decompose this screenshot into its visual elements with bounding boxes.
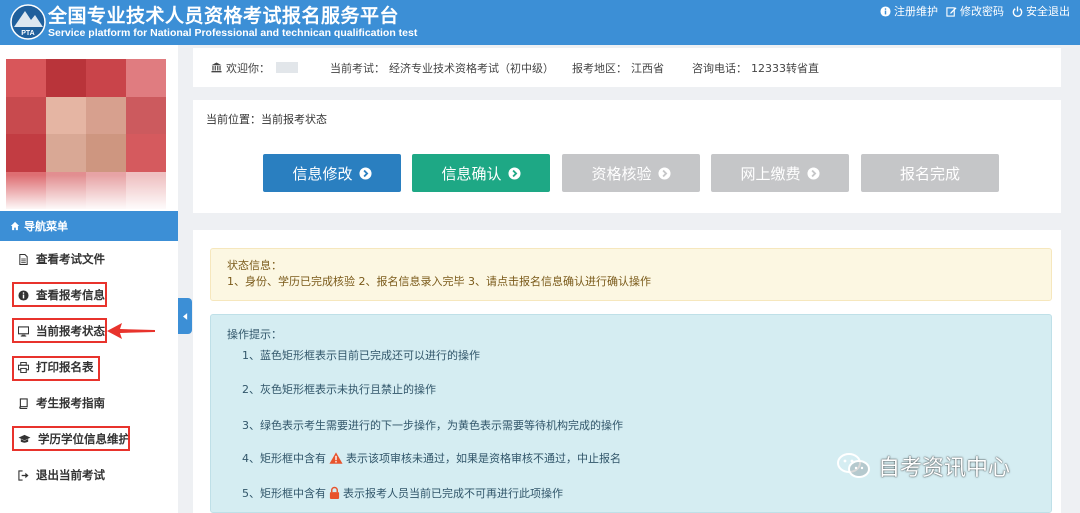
step-registration-complete-button[interactable]: 报名完成 <box>861 154 999 192</box>
book-icon <box>19 397 28 409</box>
change-password-label: 修改密码 <box>960 5 1004 18</box>
status-info-box: 状态信息： 1、身份、学历已完成核验 2、报名信息录入完毕 3、请点击报名信息确… <box>210 248 1052 301</box>
highlight-box-degree-info <box>12 426 130 451</box>
logo-text: PTA <box>21 30 34 37</box>
chevron-circle-right-icon <box>507 166 521 180</box>
breadcrumb: 当前位置：当前报考状态 <box>206 113 327 126</box>
warning-icon <box>329 452 343 464</box>
tips-title: 操作提示： <box>227 328 282 341</box>
step-info-edit-button[interactable]: 信息修改 <box>263 154 401 192</box>
step-online-payment-button[interactable]: 网上缴费 <box>711 154 849 192</box>
tip-item: 3、绿色表示考生需要进行的下一步操作，为黄色表示需要等待机构完成的操作 <box>242 417 623 433</box>
tip-text: 3、绿色表示考生需要进行的下一步操作，为黄色表示需要等待机构完成的操作 <box>242 419 623 432</box>
nav-menu-header: 导航菜单 <box>0 211 178 241</box>
sidebar-item-guide[interactable]: 考生报考指南 <box>0 385 178 421</box>
top-header: PTA 全国专业技术人员资格考试报名服务平台 Service platform … <box>0 0 1080 45</box>
tip-item: 1、蓝色矩形框表示目前已完成还可以进行的操作 <box>242 347 480 363</box>
step-label: 资格核验 <box>591 164 652 183</box>
info-bar: 欢迎你： 当前考试： 经济专业技术资格考试（初中级） 报考地区： 江西省 咨询电话：… <box>193 48 1061 87</box>
step-info-confirm-button[interactable]: 信息确认 <box>412 154 550 192</box>
status-text: 1、身份、学历已完成核验 2、报名信息录入完毕 3、请点击报名信息确认进行确认操… <box>227 275 651 288</box>
file-icon <box>19 253 28 265</box>
sidebar-item-exit-exam[interactable]: 退出当前考试 <box>0 457 178 493</box>
pta-logo: PTA <box>10 4 46 40</box>
nav-menu-title: 导航菜单 <box>24 220 68 233</box>
info-circle-icon <box>880 5 891 17</box>
avatar-fade <box>0 175 178 211</box>
logout-label: 安全退出 <box>1026 5 1070 18</box>
tip-text: 表示该项审核未通过，如果是资格审核不通过，中止报名 <box>346 452 621 465</box>
bank-icon <box>211 62 222 73</box>
tip-item: 2、灰色矩形框表示未执行且禁止的操作 <box>242 381 436 397</box>
tip-text: 表示报考人员当前已完成不可再进行此项操作 <box>343 487 563 500</box>
sign-out-icon <box>18 469 29 481</box>
current-exam-value: 经济专业技术资格考试（初中级） <box>389 61 554 75</box>
sidebar-item-exam-files[interactable]: 查看考试文件 <box>0 241 178 277</box>
status-title: 状态信息： <box>227 259 282 272</box>
wechat-icon <box>837 453 870 478</box>
watermark: 自考资讯中心 <box>836 450 1010 482</box>
step-label: 网上缴费 <box>740 164 801 183</box>
platform-subtitle: Service platform for National Profession… <box>48 27 418 39</box>
tip-text: 2、灰色矩形框表示未执行且禁止的操作 <box>242 383 436 396</box>
phone-item: 咨询电话： 12333转省直 <box>692 60 819 76</box>
sidebar-item-label: 查看考试文件 <box>36 252 105 266</box>
step-label: 信息确认 <box>441 164 502 183</box>
home-icon <box>10 221 20 231</box>
welcome-item: 欢迎你： <box>211 60 298 76</box>
highlight-box-print-form <box>12 356 100 381</box>
sidebar-collapse-toggle[interactable] <box>178 298 192 334</box>
register-maintain-label: 注册维护 <box>894 5 938 18</box>
logout-link[interactable]: 安全退出 <box>1012 3 1070 19</box>
change-password-link[interactable]: 修改密码 <box>946 3 1004 19</box>
watermark-text: 自考资讯中心 <box>878 456 1011 481</box>
caret-left-icon <box>182 312 187 320</box>
power-icon <box>1012 5 1023 17</box>
step-label: 报名完成 <box>899 164 960 183</box>
tip-text: 5、矩形框中含有 <box>242 487 326 500</box>
tip-text: 4、矩形框中含有 <box>242 452 326 465</box>
lock-icon <box>329 486 340 499</box>
tip-text: 1、蓝色矩形框表示目前已完成还可以进行的操作 <box>242 349 480 362</box>
step-label: 信息修改 <box>292 164 353 183</box>
red-arrow-icon <box>107 323 155 339</box>
operation-tips-box: 操作提示： 1、蓝色矩形框表示目前已完成还可以进行的操作 2、灰色矩形框表示未执… <box>210 314 1052 513</box>
register-maintain-link[interactable]: 注册维护 <box>880 3 938 19</box>
sidebar-item-label: 考生报考指南 <box>36 396 105 410</box>
tip-item: 5、矩形框中含有 表示报考人员当前已完成不可再进行此项操作 <box>242 485 563 501</box>
highlight-box-registration-info <box>12 282 107 307</box>
highlight-box-current-status <box>12 318 107 343</box>
region-item: 报考地区： 江西省 <box>572 60 664 76</box>
chevron-circle-right-icon <box>358 166 372 180</box>
edit-icon <box>946 6 957 17</box>
welcome-label: 欢迎你： <box>226 61 270 75</box>
current-exam-item: 当前考试： 经济专业技术资格考试（初中级） <box>330 60 554 76</box>
sidebar-item-label: 退出当前考试 <box>36 468 105 482</box>
platform-title: 全国专业技术人员资格考试报名服务平台 <box>48 5 400 27</box>
steps-panel: 当前位置：当前报考状态 信息修改 信息确认 资格核验 网上缴费 报名完成 <box>193 100 1061 213</box>
phone-label: 咨询电话： <box>692 61 747 75</box>
tip-item: 4、矩形框中含有 表示该项审核未通过，如果是资格审核不通过，中止报名 <box>242 450 621 466</box>
user-name-blurred <box>276 62 298 73</box>
phone-value: 12333转省直 <box>751 61 819 75</box>
header-links: 注册维护 修改密码 安全退出 <box>880 3 1070 19</box>
chevron-circle-right-icon <box>657 166 671 180</box>
region-label: 报考地区： <box>572 61 627 75</box>
region-value: 江西省 <box>631 61 664 75</box>
chevron-circle-right-icon <box>806 166 820 180</box>
current-exam-label: 当前考试： <box>330 61 385 75</box>
step-qualification-check-button[interactable]: 资格核验 <box>562 154 700 192</box>
